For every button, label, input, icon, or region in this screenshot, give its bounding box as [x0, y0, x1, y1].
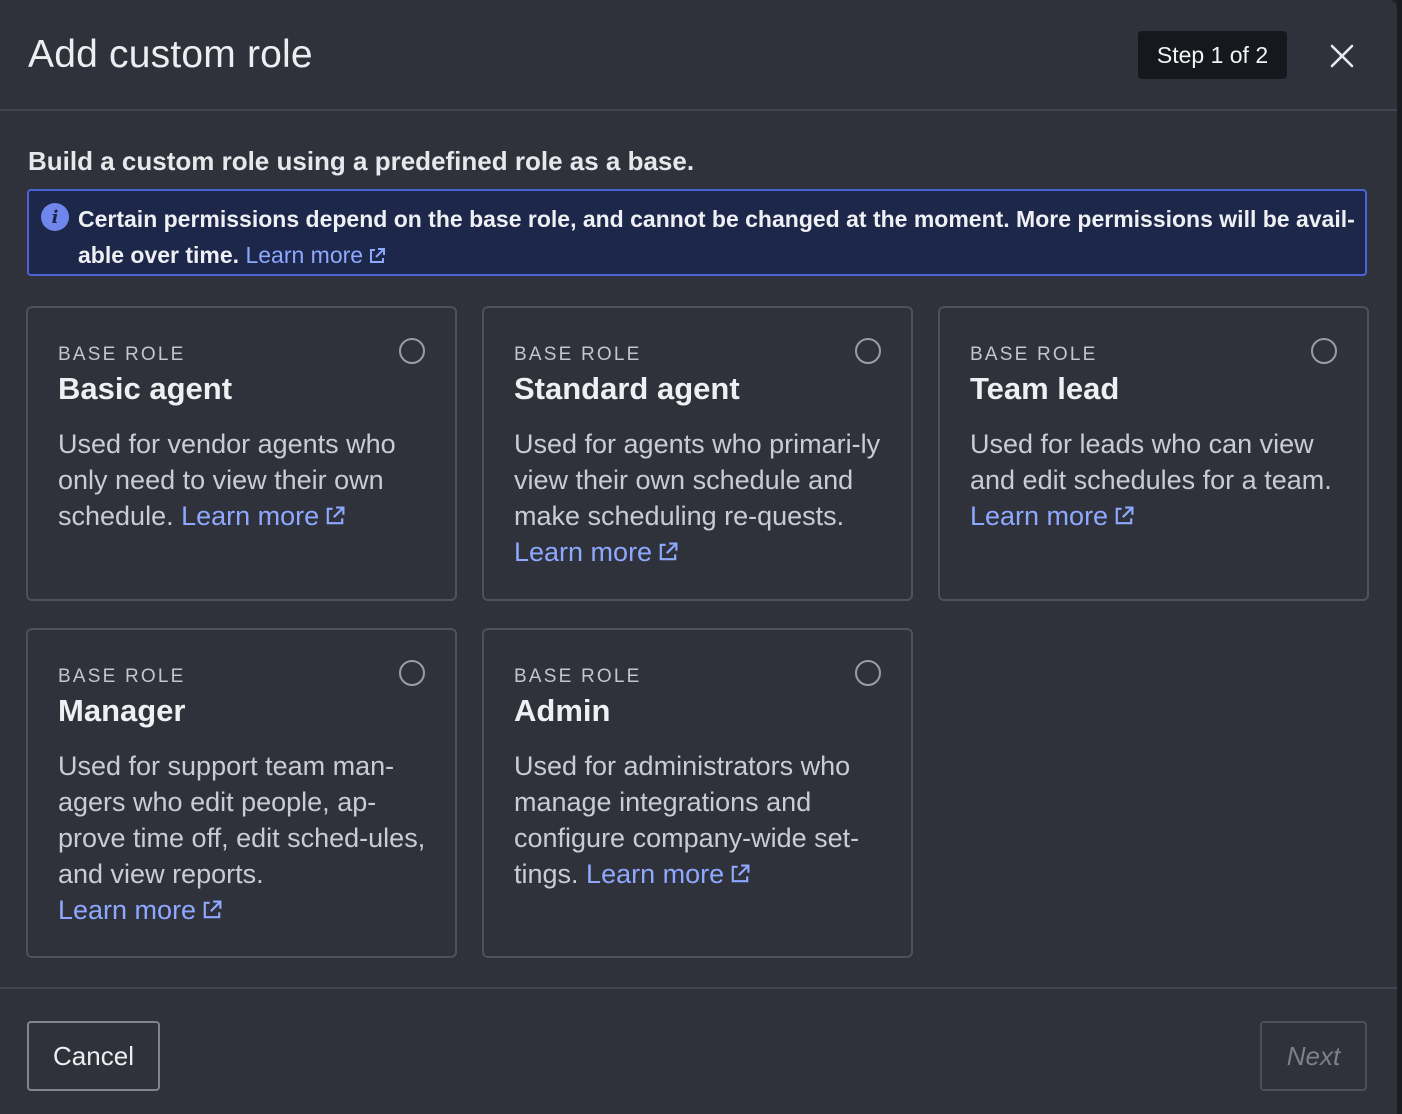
role-card-standard-agent[interactable]: BASE ROLE Standard agent Used for agents…	[482, 306, 913, 601]
role-card-team-lead[interactable]: BASE ROLE Team lead Used for leads who c…	[938, 306, 1369, 601]
role-learn-more-label: Learn more	[586, 859, 725, 889]
close-button[interactable]	[1320, 34, 1364, 78]
role-learn-more-link[interactable]: Learn more	[58, 895, 224, 925]
role-eyebrow: BASE ROLE	[970, 344, 1098, 365]
next-button[interactable]: Next	[1260, 1021, 1367, 1091]
role-learn-more-link[interactable]: Learn more	[514, 537, 680, 567]
info-notice: i Certain permissions depend on the base…	[27, 189, 1367, 276]
role-radio[interactable]	[399, 660, 425, 686]
role-card-manager[interactable]: BASE ROLE Manager Used for support team …	[26, 628, 457, 958]
add-custom-role-dialog: Add custom role Step 1 of 2 Build a cust…	[0, 0, 1397, 1114]
backdrop-edge	[1397, 0, 1402, 1114]
role-learn-more-label: Learn more	[181, 501, 320, 531]
cancel-button[interactable]: Cancel	[27, 1021, 160, 1091]
info-notice-text: Certain permissions depend on the base r…	[78, 201, 1358, 273]
step-indicator: Step 1 of 2	[1138, 31, 1287, 79]
role-radio[interactable]	[855, 338, 881, 364]
role-learn-more-label: Learn more	[58, 895, 197, 925]
role-card-admin[interactable]: BASE ROLE Admin Used for administrators …	[482, 628, 913, 958]
role-description: Used for vendor agents who only need to …	[58, 426, 428, 534]
info-icon: i	[41, 203, 69, 231]
role-description-text: Used for support team man-agers who edit…	[58, 751, 426, 889]
role-learn-more-link[interactable]: Learn more	[181, 501, 347, 531]
role-title: Manager	[58, 693, 186, 728]
external-link-icon	[203, 900, 222, 919]
dialog-subtitle: Build a custom role using a predefined r…	[28, 146, 695, 176]
role-eyebrow: BASE ROLE	[58, 344, 186, 365]
external-link-icon	[731, 864, 750, 883]
dialog-title: Add custom role	[28, 33, 313, 76]
role-description: Used for leads who can view and edit sch…	[970, 426, 1340, 534]
dialog-footer: Cancel Next	[0, 987, 1397, 1114]
role-title: Team lead	[970, 371, 1120, 406]
role-card-basic-agent[interactable]: BASE ROLE Basic agent Used for vendor ag…	[26, 306, 457, 601]
role-description: Used for support team man-agers who edit…	[58, 748, 428, 928]
role-radio[interactable]	[399, 338, 425, 364]
role-radio[interactable]	[855, 660, 881, 686]
role-learn-more-label: Learn more	[970, 501, 1109, 531]
role-eyebrow: BASE ROLE	[514, 344, 642, 365]
role-title: Standard agent	[514, 371, 740, 406]
role-eyebrow: BASE ROLE	[58, 666, 186, 687]
role-title: Basic agent	[58, 371, 233, 406]
dialog-header: Add custom role Step 1 of 2	[0, 0, 1397, 111]
role-radio[interactable]	[1311, 338, 1337, 364]
external-link-icon	[370, 248, 386, 263]
role-learn-more-label: Learn more	[514, 537, 653, 567]
role-description: Used for agents who primari-ly view thei…	[514, 426, 884, 570]
role-eyebrow: BASE ROLE	[514, 666, 642, 687]
info-learn-more-link[interactable]: Learn more	[245, 242, 387, 268]
info-learn-more-label: Learn more	[245, 242, 364, 268]
role-title: Admin	[514, 693, 611, 728]
external-link-icon	[1115, 506, 1134, 525]
role-description-text: Used for agents who primari-ly view thei…	[514, 429, 881, 531]
role-learn-more-link[interactable]: Learn more	[970, 501, 1136, 531]
role-description: Used for administrators who manage integ…	[514, 748, 884, 892]
external-link-icon	[326, 506, 345, 525]
close-icon	[1330, 44, 1354, 68]
external-link-icon	[659, 542, 678, 561]
role-learn-more-link[interactable]: Learn more	[586, 859, 752, 889]
role-description-text: Used for leads who can view and edit sch…	[970, 429, 1332, 495]
